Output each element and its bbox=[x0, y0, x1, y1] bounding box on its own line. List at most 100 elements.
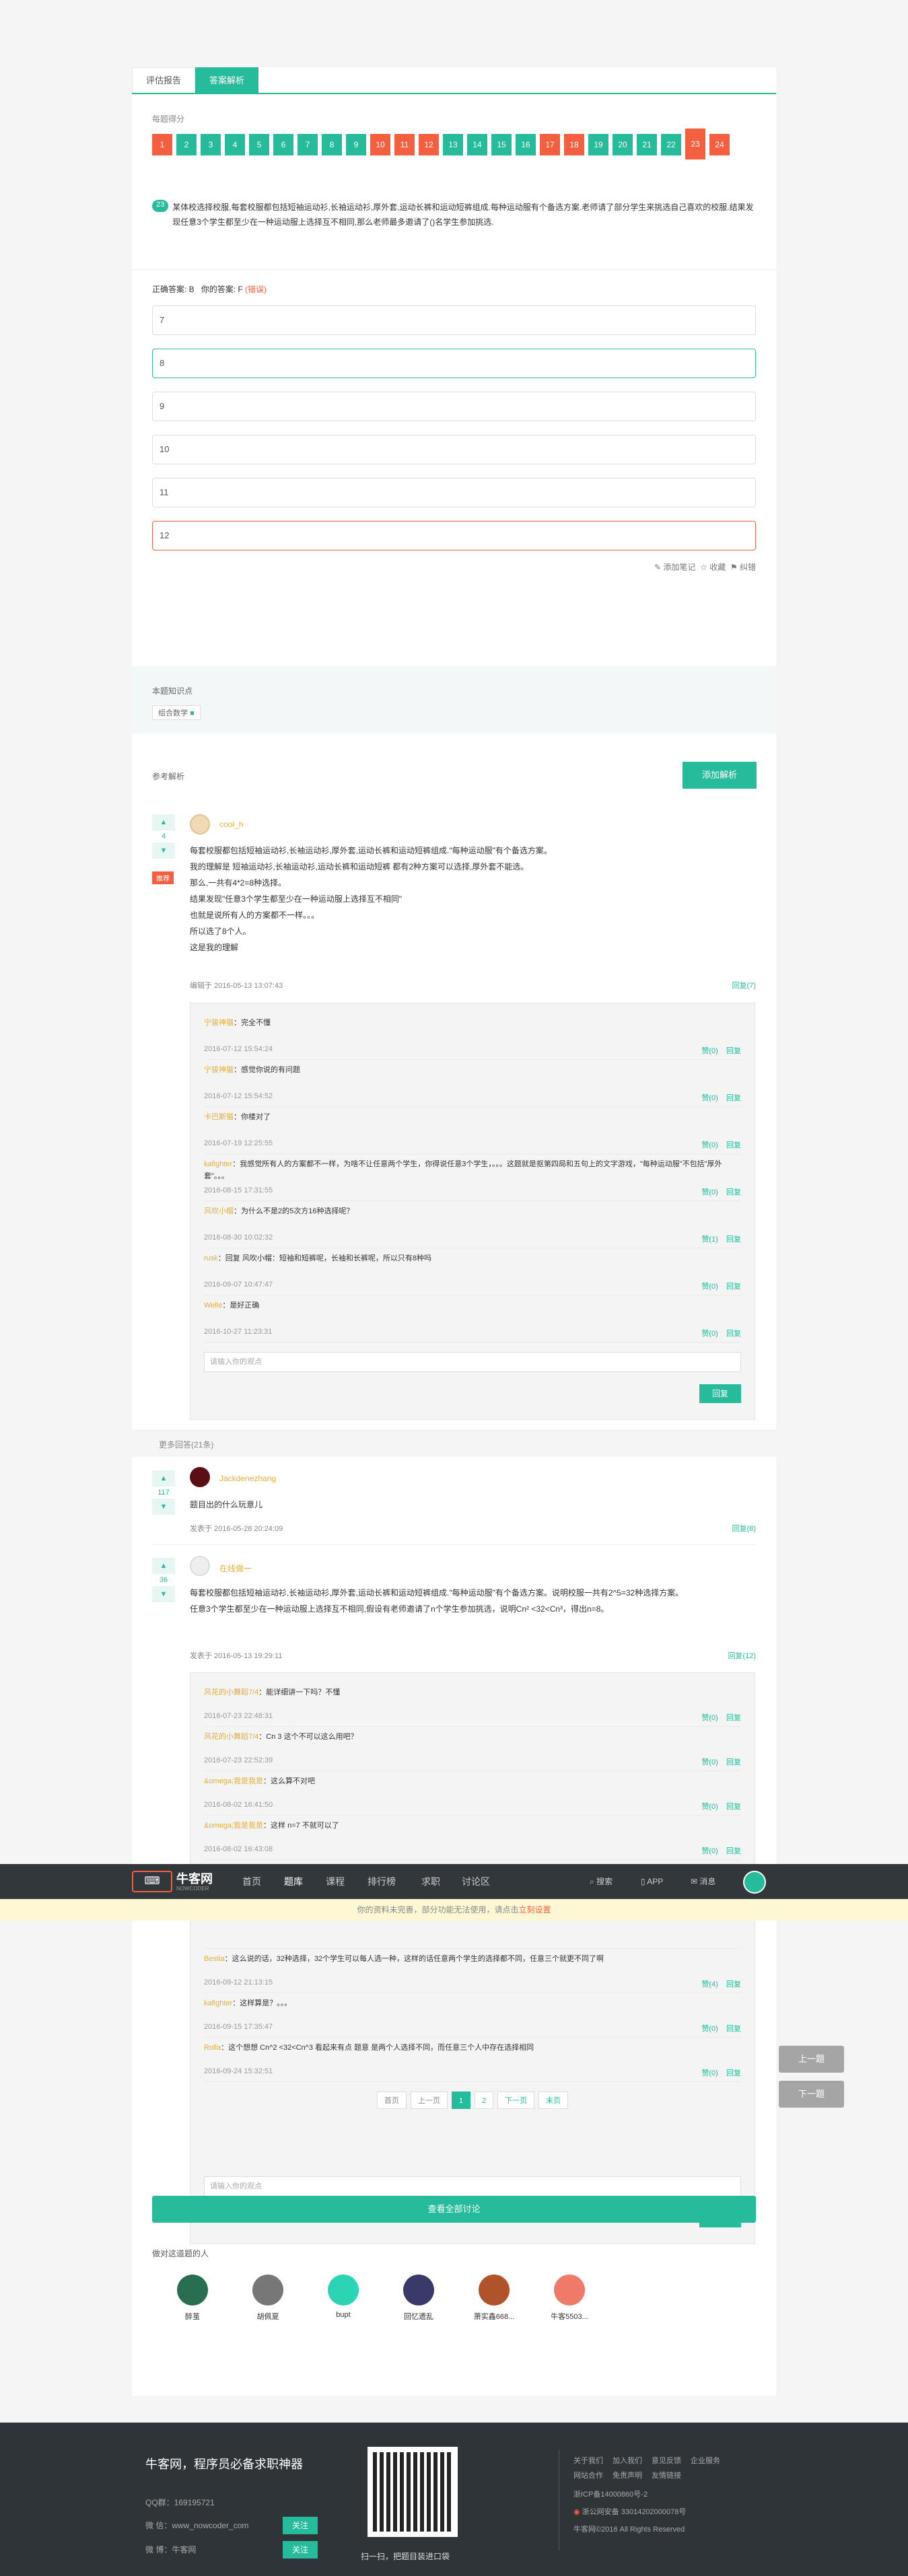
question-number-17[interactable]: 17 bbox=[540, 134, 560, 155]
question-number-9[interactable]: 9 bbox=[346, 134, 366, 155]
footer-link[interactable]: 免责声明 bbox=[613, 2472, 642, 2480]
reply-count-link[interactable]: 回复(7) bbox=[732, 980, 756, 991]
page-button[interactable]: 上一页 bbox=[410, 2091, 448, 2109]
footer-link[interactable]: 企业服务 bbox=[691, 2457, 720, 2465]
question-number-16[interactable]: 16 bbox=[516, 134, 536, 155]
option-2[interactable]: 8 bbox=[152, 349, 756, 378]
comment-user[interactable]: 卡巴斯猫 bbox=[204, 1113, 234, 1121]
downvote-button[interactable]: ▼ bbox=[152, 1586, 175, 1602]
question-number-21[interactable]: 21 bbox=[637, 134, 657, 155]
comment-user[interactable]: 风吹小帽 bbox=[204, 1207, 234, 1215]
person-item[interactable]: bupt bbox=[316, 2275, 370, 2319]
add-analysis-button[interactable]: 添加解析 bbox=[683, 762, 757, 789]
comment-actions[interactable]: 赞(1) 回复 bbox=[701, 1233, 741, 1244]
footer-link[interactable]: 加入我们 bbox=[613, 2457, 642, 2465]
reply-button[interactable]: 回复 bbox=[699, 1384, 741, 1403]
comment-actions[interactable]: 赞(0) 回复 bbox=[701, 1186, 741, 1197]
comment-actions[interactable]: 赞(0) 回复 bbox=[701, 1281, 741, 1291]
person-name[interactable]: 牛客5503... bbox=[543, 2311, 596, 2322]
comment-user[interactable]: kafighter bbox=[204, 1999, 232, 2007]
logo-icon[interactable]: ⌨ bbox=[132, 1871, 172, 1892]
comment-user[interactable]: Rolla bbox=[204, 2044, 221, 2052]
person-name[interactable]: 回忆遗乱 bbox=[392, 2311, 446, 2322]
upvote-button[interactable]: ▲ bbox=[152, 814, 175, 830]
footer-link[interactable]: 关于我们 bbox=[573, 2457, 603, 2465]
comment-user[interactable]: &omega;我是我是 bbox=[204, 1822, 263, 1830]
follow-wechat-button[interactable]: 关注 bbox=[283, 2517, 318, 2534]
correct-error-link[interactable]: 纠错 bbox=[740, 563, 756, 572]
collect-link[interactable]: 收藏 bbox=[709, 563, 726, 572]
nav-jobs[interactable]: 求职 bbox=[421, 1864, 440, 1899]
question-number-4[interactable]: 4 bbox=[225, 134, 245, 155]
avatar[interactable] bbox=[554, 2275, 585, 2305]
comment-user[interactable]: kafighter bbox=[204, 1160, 232, 1168]
question-number-3[interactable]: 3 bbox=[201, 134, 221, 155]
view-all-button[interactable]: 查看全部讨论 bbox=[152, 2196, 756, 2223]
person-item[interactable]: 胡佩夏 bbox=[241, 2275, 295, 2322]
person-item[interactable]: 回忆遗乱 bbox=[392, 2275, 446, 2322]
comment-actions[interactable]: 赞(0) 回复 bbox=[701, 1045, 741, 1056]
avatar[interactable] bbox=[403, 2275, 434, 2305]
downvote-button[interactable]: ▼ bbox=[152, 1499, 175, 1515]
comment-actions[interactable]: 赞(0) 回复 bbox=[701, 1845, 741, 1856]
nav-question-bank[interactable]: 题库 bbox=[284, 1864, 303, 1899]
comment-user[interactable]: rusk bbox=[204, 1254, 218, 1262]
tab-analysis[interactable]: 答案解析 bbox=[195, 67, 259, 93]
avatar[interactable] bbox=[328, 2275, 359, 2305]
knowledge-tag[interactable]: 组合数学 ■ bbox=[152, 705, 201, 720]
page-button[interactable]: 首页 bbox=[376, 2091, 407, 2109]
downvote-button[interactable]: ▼ bbox=[152, 843, 175, 859]
author-name[interactable]: cool_h bbox=[219, 820, 243, 829]
option-6[interactable]: 12 bbox=[152, 521, 756, 550]
question-number-7[interactable]: 7 bbox=[298, 134, 318, 155]
page-button[interactable]: 2 bbox=[475, 2091, 494, 2109]
question-number-13[interactable]: 13 bbox=[443, 134, 463, 155]
notice-link[interactable]: 立刻设置 bbox=[519, 1905, 551, 1915]
user-avatar[interactable] bbox=[743, 1871, 766, 1894]
reply-count-link[interactable]: 回复(8) bbox=[732, 1523, 756, 1534]
upvote-button[interactable]: ▲ bbox=[152, 1470, 175, 1487]
logo-text[interactable]: 牛客网 bbox=[176, 1869, 213, 1887]
person-name[interactable]: 醉茧 bbox=[166, 2311, 219, 2322]
question-number-24[interactable]: 24 bbox=[709, 134, 730, 155]
comment-actions[interactable]: 赞(0) 回复 bbox=[701, 1801, 741, 1812]
person-name[interactable]: 胡佩夏 bbox=[241, 2311, 295, 2322]
comment-actions[interactable]: 赞(0) 回复 bbox=[701, 2023, 741, 2034]
comment-user[interactable]: 风花的小舞蹈7/4 bbox=[204, 1733, 258, 1741]
question-number-18[interactable]: 18 bbox=[564, 134, 584, 155]
comment-actions[interactable]: 赞(0) 回复 bbox=[701, 1756, 741, 1767]
message-link[interactable]: ✉ 消息 bbox=[691, 1864, 715, 1899]
search-link[interactable]: ⌕ 搜索 bbox=[590, 1864, 613, 1899]
next-question-button[interactable]: 下一题 bbox=[779, 2081, 844, 2108]
comment-actions[interactable]: 赞(0) 回复 bbox=[701, 1712, 741, 1723]
avatar[interactable] bbox=[190, 1556, 210, 1576]
upvote-button[interactable]: ▲ bbox=[152, 1558, 175, 1574]
comment-actions[interactable]: 赞(0) 回复 bbox=[701, 1328, 741, 1338]
reply-input[interactable]: 请输入你的观点 bbox=[204, 1352, 741, 1372]
person-name[interactable]: bupt bbox=[316, 2311, 370, 2319]
question-number-1[interactable]: 1 bbox=[152, 134, 172, 155]
footer-link[interactable]: 网站合作 bbox=[573, 2472, 603, 2480]
option-3[interactable]: 9 bbox=[152, 392, 756, 421]
question-number-2[interactable]: 2 bbox=[176, 134, 197, 155]
footer-link[interactable]: 友情链接 bbox=[652, 2472, 681, 2480]
question-number-5[interactable]: 5 bbox=[249, 134, 269, 155]
option-1[interactable]: 7 bbox=[152, 306, 756, 335]
question-number-20[interactable]: 20 bbox=[613, 134, 633, 155]
question-number-14[interactable]: 14 bbox=[467, 134, 487, 155]
comment-actions[interactable] bbox=[733, 1934, 741, 1942]
avatar[interactable] bbox=[190, 1467, 210, 1487]
author-name[interactable]: Jackdenezhang bbox=[219, 1474, 276, 1483]
nav-forum[interactable]: 讨论区 bbox=[462, 1864, 490, 1899]
question-number-6[interactable]: 6 bbox=[273, 134, 293, 155]
comment-user[interactable]: 风花的小舞蹈7/4 bbox=[204, 1688, 258, 1696]
comment-user[interactable]: 宁骏神猫 bbox=[204, 1019, 234, 1027]
author-name[interactable]: 在线做一 bbox=[219, 1563, 252, 1574]
nav-home[interactable]: 首页 bbox=[242, 1864, 261, 1899]
comment-user[interactable]: 宁骏神猫 bbox=[204, 1066, 234, 1074]
prev-question-button[interactable]: 上一题 bbox=[779, 2046, 844, 2073]
nav-courses[interactable]: 课程 bbox=[326, 1864, 345, 1899]
question-number-15[interactable]: 15 bbox=[491, 134, 512, 155]
avatar[interactable] bbox=[190, 814, 210, 834]
add-note-link[interactable]: 添加笔记 bbox=[663, 563, 695, 572]
